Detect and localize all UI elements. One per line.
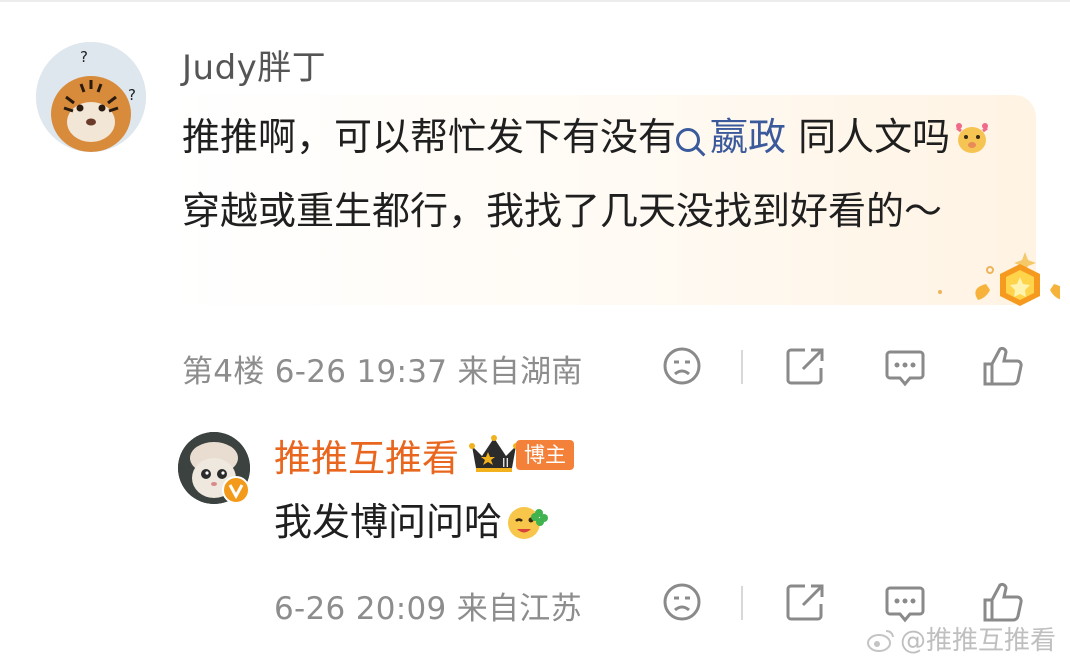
svg-text:II: II <box>502 456 509 470</box>
top-divider <box>0 0 1070 2</box>
owner-badge: 博主 <box>516 440 574 470</box>
comment-text-part1: 推推啊，可以帮忙发下有没有 <box>182 115 677 159</box>
comment-meta: 第4楼 6-26 19:37 来自湖南 <box>182 354 583 390</box>
share-icon[interactable] <box>781 578 829 626</box>
comment-icon[interactable] <box>881 578 929 626</box>
topic-label: 嬴政 <box>710 115 787 159</box>
medal-badge-icon <box>938 252 1060 306</box>
hamster-emoji-icon <box>952 112 992 178</box>
watermark-text: @推推互推看 <box>899 626 1056 656</box>
share-icon[interactable] <box>781 342 829 390</box>
reply-text-row: 我发博问问哈 <box>274 494 550 558</box>
reply-text: 我发博问问哈 <box>274 500 503 544</box>
reply-username[interactable]: 推推互推看 <box>274 428 459 482</box>
svg-text:?: ? <box>128 86 136 104</box>
weibo-logo-icon <box>866 630 894 652</box>
verified-badge-icon <box>222 476 250 504</box>
search-icon <box>676 128 701 152</box>
sad-face-icon[interactable] <box>658 342 706 390</box>
comment-icon[interactable] <box>881 342 929 390</box>
reply-meta: 6-26 20:09 来自江苏 <box>274 591 582 627</box>
svg-text:?: ? <box>80 48 88 66</box>
thumbs-up-icon[interactable] <box>979 578 1027 626</box>
topic-link[interactable]: 嬴政 <box>676 115 786 159</box>
comment-username[interactable]: Judy胖丁 <box>182 40 326 89</box>
tiger-avatar-image: ? ? <box>36 42 146 152</box>
action-divider <box>741 350 743 384</box>
watermark: @推推互推看 <box>866 620 1056 657</box>
clover-face-emoji-icon <box>504 499 549 558</box>
action-divider <box>741 586 743 620</box>
crown-icon: II <box>469 435 519 472</box>
sad-face-icon[interactable] <box>658 578 706 626</box>
thumbs-up-icon[interactable] <box>979 342 1027 390</box>
comment-text-part2: 同人文吗 <box>786 115 951 159</box>
comment-text: 推推啊，可以帮忙发下有没有 嬴政 同人文吗穿越或重生都行，我找了几天没找到好看的～ <box>182 104 1032 244</box>
comment-text-part3: 穿越或重生都行，我找了几天没找到好看的～ <box>182 189 943 233</box>
avatar[interactable]: ? ? <box>36 42 146 152</box>
